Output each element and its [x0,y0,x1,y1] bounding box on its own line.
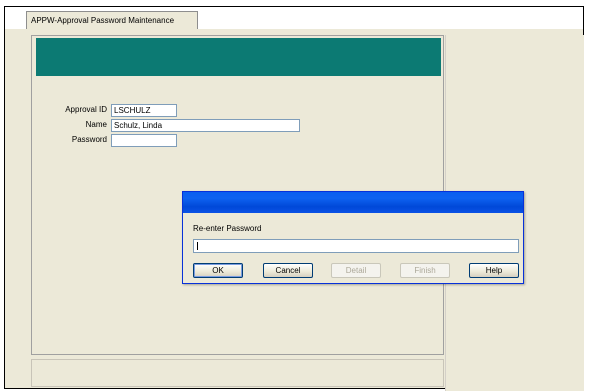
header-banner [36,38,441,76]
ok-button[interactable]: OK [193,263,243,278]
status-strip [31,359,444,387]
name-label: Name [85,120,107,129]
tab-strip: APPW-Approval Password Maintenance [5,7,583,29]
cancel-button[interactable]: Cancel [263,263,313,278]
name-input[interactable] [111,119,300,132]
reenter-password-dialog: Re-enter Password OK Cancel Detail Finis… [182,191,524,284]
finish-button: Finish [400,263,450,278]
password-label: Password [71,135,107,144]
text-caret [197,242,198,250]
approval-id-label: Approval ID [65,105,107,114]
dialog-titlebar[interactable] [183,192,523,213]
dialog-prompt-label: Re-enter Password [193,224,262,233]
approval-id-input[interactable] [111,104,177,117]
detail-button: Detail [331,263,381,278]
password-input[interactable] [111,134,177,147]
tab-approval-password-maintenance[interactable]: APPW-Approval Password Maintenance [26,11,198,29]
help-button[interactable]: Help [469,263,519,278]
reenter-password-input[interactable] [193,239,519,253]
